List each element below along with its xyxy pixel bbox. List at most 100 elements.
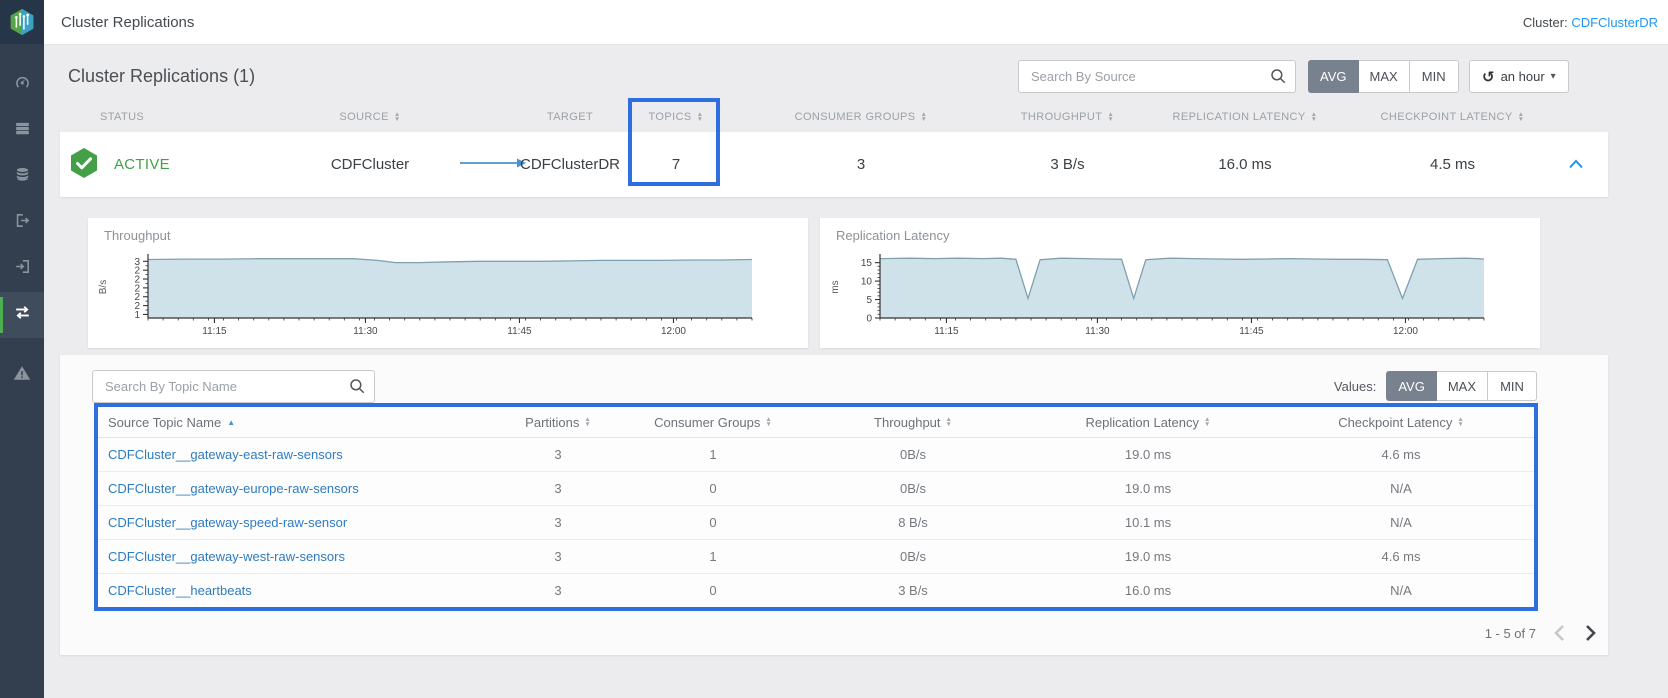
- topic-link[interactable]: CDFCluster__gateway-east-raw-sensors: [98, 447, 488, 462]
- svg-text:15: 15: [861, 258, 873, 269]
- svg-text:11:45: 11:45: [1239, 326, 1264, 337]
- sort-icon: ▲▼: [765, 417, 771, 427]
- replications-icon: [13, 303, 32, 327]
- topic-link[interactable]: CDFCluster__gateway-europe-raw-sensors: [98, 481, 488, 496]
- sort-icon: ▲▼: [394, 112, 401, 122]
- column-header-source[interactable]: SOURCE▲▼: [280, 111, 460, 123]
- topic-cell-partitions: 3: [488, 447, 628, 462]
- topic-table-header: Source Topic Name▲ Partitions▲▼ Consumer…: [98, 407, 1534, 438]
- sidebar-nav: [0, 62, 44, 398]
- sort-asc-icon: ▲: [227, 418, 235, 427]
- sidebar-item-consumers[interactable]: [0, 246, 44, 292]
- cluster-link[interactable]: CDFClusterDR: [1571, 15, 1658, 30]
- column-header-checkpoint-latency[interactable]: CHECKPOINT LATENCY▲▼: [1365, 111, 1540, 123]
- min-button[interactable]: MIN: [1410, 60, 1459, 93]
- topic-cell-partitions: 3: [488, 583, 628, 598]
- column-header-target: TARGET: [500, 111, 640, 123]
- cluster-agg-toggle: AVG MAX MIN: [1308, 60, 1459, 93]
- topic-table-row: CDFCluster__gateway-east-raw-sensors310B…: [98, 438, 1534, 472]
- chevron-right-icon: [1585, 624, 1596, 642]
- svg-text:B/s: B/s: [98, 280, 109, 294]
- brokers-icon: [14, 120, 31, 142]
- chevron-left-icon: [1554, 624, 1565, 642]
- topic-cell-consumer_groups: 0: [628, 481, 798, 496]
- search-by-topic-input[interactable]: [92, 370, 375, 403]
- topic-cell-throughput: 0B/s: [798, 549, 1028, 564]
- topic-link[interactable]: CDFCluster__heartbeats: [98, 583, 488, 598]
- column-header-consumer-groups[interactable]: Consumer Groups▲▼: [628, 415, 798, 430]
- chart-title: Throughput: [104, 228, 171, 243]
- chevron-up-icon: [1568, 156, 1584, 173]
- values-avg-button[interactable]: AVG: [1386, 371, 1437, 401]
- column-header-consumer-groups[interactable]: CONSUMER GROUPS▲▼: [712, 111, 1010, 123]
- topic-cell-checkpoint_latency: 4.6 ms: [1268, 447, 1534, 462]
- values-min-button[interactable]: MIN: [1488, 371, 1537, 401]
- replication-latency-value: 16.0 ms: [1125, 156, 1365, 173]
- topic-table-row: CDFCluster__gateway-europe-raw-sensors30…: [98, 472, 1534, 506]
- topic-cell-consumer_groups: 1: [628, 549, 798, 564]
- checkpoint-latency-value: 4.5 ms: [1365, 156, 1540, 173]
- sidebar-item-topics[interactable]: [0, 154, 44, 200]
- dashboard-icon: [14, 74, 31, 96]
- svg-text:1: 1: [134, 310, 140, 321]
- values-label: Values:: [1334, 379, 1376, 394]
- consumers-icon: [14, 258, 31, 280]
- topic-cell-checkpoint_latency: N/A: [1268, 515, 1534, 530]
- history-icon: ↺: [1482, 68, 1495, 86]
- sidebar-item-producers[interactable]: [0, 200, 44, 246]
- column-header-partitions[interactable]: Partitions▲▼: [488, 415, 628, 430]
- sort-icon: ▲▼: [1311, 112, 1318, 122]
- column-header-throughput[interactable]: THROUGHPUT▲▼: [1010, 111, 1125, 123]
- sidebar-item-dashboard[interactable]: [0, 62, 44, 108]
- sidebar-item-alerts[interactable]: [0, 352, 44, 398]
- throughput-value: 3 B/s: [1010, 156, 1125, 173]
- app-root: Cluster Replications Cluster: CDFCluster…: [0, 0, 1668, 698]
- app-logo-icon[interactable]: [0, 0, 44, 44]
- svg-text:ms: ms: [830, 280, 841, 293]
- previous-page-button[interactable]: [1552, 622, 1567, 644]
- svg-text:12:00: 12:00: [661, 326, 686, 337]
- search-icon: [348, 377, 366, 400]
- max-button[interactable]: MAX: [1359, 60, 1410, 93]
- sidebar-item-replications[interactable]: [0, 292, 44, 338]
- throughput-chart: 322222111:1511:3011:4512:00B/s: [96, 252, 800, 344]
- topic-cell-throughput: 8 B/s: [798, 515, 1028, 530]
- column-header-throughput[interactable]: Throughput▲▼: [798, 415, 1028, 430]
- search-by-source: [1018, 60, 1296, 93]
- topic-cell-checkpoint_latency: 4.6 ms: [1268, 549, 1534, 564]
- next-page-button[interactable]: [1583, 622, 1598, 644]
- sidebar-item-brokers[interactable]: [0, 108, 44, 154]
- topic-link[interactable]: CDFCluster__gateway-speed-raw-sensor: [98, 515, 488, 530]
- topic-cell-throughput: 3 B/s: [798, 583, 1028, 598]
- collapse-row-button[interactable]: [1568, 156, 1608, 173]
- pagination-label: 1 - 5 of 7: [1485, 626, 1536, 641]
- chart-title: Replication Latency: [836, 228, 949, 243]
- avg-button[interactable]: AVG: [1308, 60, 1359, 93]
- column-header-replication-latency[interactable]: REPLICATION LATENCY▲▼: [1125, 111, 1365, 123]
- column-header-source-topic-name[interactable]: Source Topic Name▲: [98, 415, 488, 430]
- topic-cell-consumer_groups: 1: [628, 447, 798, 462]
- page-title: Cluster Replications: [61, 14, 194, 31]
- time-range-dropdown[interactable]: ↺ an hour ▾: [1469, 60, 1569, 93]
- topic-table-body: CDFCluster__gateway-east-raw-sensors310B…: [98, 438, 1534, 607]
- topic-cell-replication_latency: 16.0 ms: [1028, 583, 1268, 598]
- values-max-button[interactable]: MAX: [1437, 371, 1488, 401]
- sort-icon: ▲▼: [946, 417, 952, 427]
- throughput-chart-card: Throughput 322222111:1511:3011:4512:00B/…: [88, 218, 808, 348]
- sort-icon: ▲▼: [1204, 417, 1210, 427]
- cluster-label: Cluster:: [1523, 15, 1568, 30]
- svg-text:10: 10: [861, 277, 873, 288]
- replication-latency-chart-card: Replication Latency 15105011:1511:3011:4…: [820, 218, 1540, 348]
- column-header-replication-latency[interactable]: Replication Latency▲▼: [1028, 415, 1268, 430]
- search-by-source-input[interactable]: [1018, 60, 1296, 93]
- topic-cell-partitions: 3: [488, 549, 628, 564]
- topic-cell-throughput: 0B/s: [798, 481, 1028, 496]
- topic-cell-replication_latency: 19.0 ms: [1028, 447, 1268, 462]
- replication-latency-chart: 15105011:1511:3011:4512:00ms: [828, 252, 1532, 344]
- topic-link[interactable]: CDFCluster__gateway-west-raw-sensors: [98, 549, 488, 564]
- svg-text:0: 0: [866, 314, 872, 325]
- topic-table: Source Topic Name▲ Partitions▲▼ Consumer…: [94, 403, 1538, 611]
- topics-count: 7: [640, 156, 712, 173]
- column-header-checkpoint-latency[interactable]: Checkpoint Latency▲▼: [1268, 415, 1534, 430]
- column-header-topics[interactable]: TOPICS▲▼: [640, 111, 712, 123]
